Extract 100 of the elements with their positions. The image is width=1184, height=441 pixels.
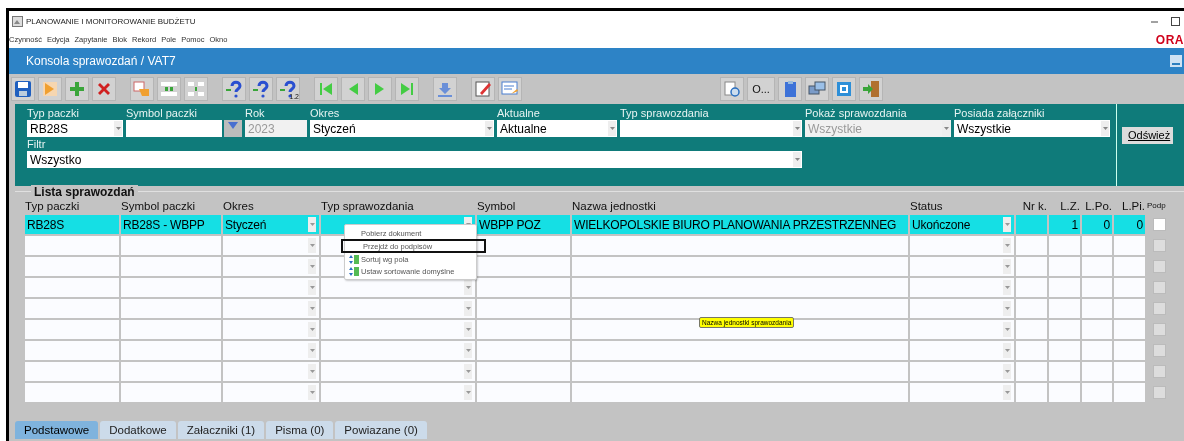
options-button[interactable]: O... — [747, 76, 775, 101]
field-label: Pokaż sprawozdania — [805, 106, 908, 120]
field-label: Symbol paczki — [126, 106, 198, 120]
table-cell — [1082, 257, 1112, 276]
checkbox[interactable] — [1152, 218, 1166, 231]
clipboard-icon[interactable] — [778, 76, 802, 101]
field-label: Posiada załączniki — [954, 106, 1046, 120]
copy-icon[interactable] — [130, 76, 154, 101]
table-cell — [1082, 320, 1112, 339]
column-header: Status — [910, 199, 944, 213]
caret-icon — [486, 127, 492, 130]
table-cell — [1114, 257, 1145, 276]
download-icon[interactable] — [433, 76, 457, 101]
column-header: Okres — [223, 199, 255, 213]
column-header: Typ sprawozdania — [321, 199, 415, 213]
table-cell — [1082, 278, 1112, 297]
edit-icon[interactable] — [471, 76, 495, 101]
table-cell — [1114, 299, 1145, 318]
dropdown-field[interactable]: Styczeń — [310, 120, 494, 137]
form-icon[interactable] — [498, 76, 522, 101]
column-header: L.Po. — [1084, 199, 1112, 213]
table-cell — [1049, 257, 1080, 276]
form-title: Konsola sprawozdań / VAT7 — [26, 54, 176, 68]
delete-icon[interactable] — [92, 76, 116, 101]
column-header: Nazwa jednostki — [572, 199, 657, 213]
save-icon[interactable] — [11, 76, 35, 101]
dropdown-field[interactable]: Aktualne — [497, 120, 617, 137]
dropdown-field[interactable]: Wszystko — [27, 151, 802, 168]
caret-icon — [465, 307, 471, 310]
app-icon — [12, 15, 23, 27]
field-label: Rok — [245, 106, 266, 120]
caret-icon — [309, 223, 315, 226]
table-cell — [1082, 362, 1112, 381]
table-cell — [1114, 236, 1145, 255]
table-cell — [1049, 299, 1080, 318]
refresh-button[interactable]: Odśwież — [1122, 126, 1174, 144]
collapse-icon[interactable] — [184, 76, 208, 101]
tab[interactable]: Podstawowe — [15, 421, 99, 439]
table-cell — [1114, 341, 1145, 360]
exit-icon[interactable] — [859, 76, 883, 101]
table-cell — [1049, 362, 1080, 381]
field-label: Typ paczki — [27, 106, 80, 120]
dropdown-field[interactable] — [620, 120, 802, 137]
caret-icon — [309, 391, 315, 394]
input-field[interactable] — [126, 120, 222, 137]
tab[interactable]: Powiazane (0) — [335, 421, 427, 439]
field-label: Aktualne — [497, 106, 541, 120]
caret-icon — [1004, 286, 1010, 289]
caret-icon — [309, 265, 315, 268]
logo: ORA — [1155, 32, 1184, 47]
table-cell: RB28S — [25, 215, 119, 234]
table-cell — [1082, 299, 1112, 318]
caret-icon — [465, 328, 471, 331]
table-cell — [1049, 236, 1080, 255]
list-of-values-button[interactable] — [224, 120, 242, 137]
tab[interactable]: Pisma (0) — [266, 421, 334, 439]
table-cell — [1016, 278, 1047, 297]
table-cell — [1049, 383, 1080, 402]
minimize-icon[interactable] — [1170, 55, 1182, 67]
query-icon[interactable] — [249, 76, 273, 101]
column-header: Nr k. — [1021, 199, 1047, 213]
table-cell — [1082, 236, 1112, 255]
field-label: Okres — [310, 106, 341, 120]
windows-icon[interactable] — [805, 76, 829, 101]
table-cell — [1016, 341, 1047, 360]
table-cell: Ukończone — [910, 215, 1014, 234]
preview-icon[interactable] — [720, 76, 744, 101]
last-record-icon[interactable] — [395, 76, 419, 101]
table-cell — [1049, 341, 1080, 360]
caret-icon — [309, 370, 315, 373]
column-header: Typ paczki — [25, 199, 81, 213]
caret-icon — [309, 349, 315, 352]
expand-icon[interactable] — [157, 76, 181, 101]
add-icon[interactable] — [65, 76, 89, 101]
previous-icon[interactable] — [341, 76, 365, 101]
caret-icon — [115, 127, 121, 130]
table-cell — [1049, 320, 1080, 339]
column-header: Symbol paczki — [121, 199, 197, 213]
caret-icon — [309, 244, 315, 247]
tab[interactable]: Dodatkowe — [100, 421, 176, 439]
caret-icon — [943, 127, 949, 130]
dropdown-field[interactable]: Wszystkie — [954, 120, 1110, 137]
table-cell — [1016, 383, 1047, 402]
caret-icon — [794, 158, 800, 161]
caret-icon — [465, 391, 471, 394]
caret-icon — [309, 307, 315, 310]
field-label: Typ sprawozdania — [620, 106, 710, 120]
first-record-icon[interactable] — [314, 76, 338, 101]
tab[interactable]: Załaczniki (1) — [177, 421, 265, 439]
table-cell — [1082, 341, 1112, 360]
caret-icon — [1004, 223, 1010, 226]
sort-icon — [349, 266, 359, 276]
caret-icon — [609, 127, 615, 130]
column-header: L.Pi. — [1121, 199, 1145, 213]
next-icon[interactable] — [368, 76, 392, 101]
maximize-icon[interactable] — [1171, 16, 1180, 26]
dropdown-field[interactable]: RB28S — [27, 120, 123, 137]
query-icon[interactable] — [222, 76, 246, 101]
caret-icon — [309, 328, 315, 331]
table-cell: WIELKOPOLSKIE BIURO PLANOWANIA PRZESTRZENNEG — [572, 215, 908, 234]
